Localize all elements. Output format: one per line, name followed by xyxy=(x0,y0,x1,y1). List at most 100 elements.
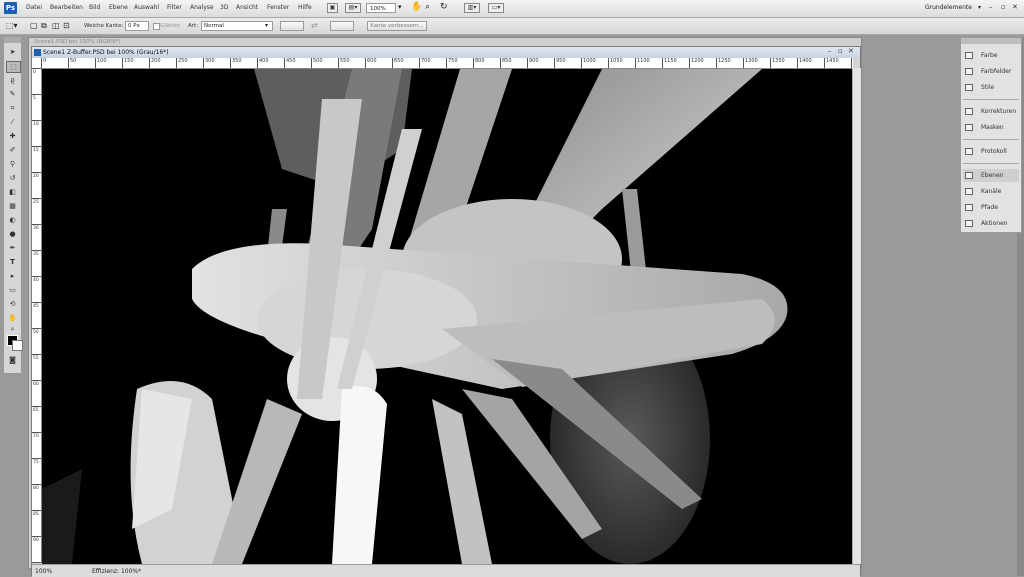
image-canvas[interactable] xyxy=(42,69,852,564)
status-bar: 100% Effizienz: 100%* xyxy=(32,564,860,577)
menu-hilfe[interactable]: Hilfe xyxy=(298,4,312,11)
lasso-tool-icon[interactable]: ϱ xyxy=(6,75,19,85)
menu-ebene[interactable]: Ebene xyxy=(109,4,128,11)
swap-dimensions-icon[interactable]: ⇄ xyxy=(311,21,318,30)
ruler-tick xyxy=(662,58,663,68)
menu-fenster[interactable]: Fenster xyxy=(267,4,289,11)
adjustments-icon xyxy=(965,108,973,115)
width-input[interactable] xyxy=(280,21,304,31)
document-info-status[interactable]: Effizienz: 100%* xyxy=(92,568,141,575)
history-brush-icon[interactable]: ↺ xyxy=(6,173,19,183)
healing-brush-icon[interactable]: ✚ xyxy=(6,131,19,141)
panel-item-ebenen[interactable]: Ebenen xyxy=(963,169,1019,182)
panel-dock-header[interactable] xyxy=(961,38,1021,44)
brush-tool-icon[interactable]: ✐ xyxy=(6,145,19,155)
menu-bild[interactable]: Bild xyxy=(89,4,100,11)
path-selection-icon[interactable]: ▸ xyxy=(6,271,19,281)
antialias-checkbox[interactable] xyxy=(153,23,160,30)
marquee-tool-preset-icon[interactable]: ⬚▾ xyxy=(6,21,18,30)
panel-item-stile[interactable]: Stile xyxy=(963,81,1019,94)
back-document-title[interactable]: Scene1.PSD bei 100% (RGB/8*) xyxy=(34,39,121,45)
panel-item-protokoll[interactable]: Protokoll xyxy=(963,145,1019,158)
gradient-tool-icon[interactable]: ▦ xyxy=(6,201,19,211)
panel-item-farbfelder[interactable]: Farbfelder xyxy=(963,65,1019,78)
pen-tool-icon[interactable]: ✒ xyxy=(6,243,19,253)
menu-auswahl[interactable]: Auswahl xyxy=(134,4,159,11)
background-color-swatch[interactable] xyxy=(12,340,23,351)
workspace-dropdown-icon[interactable]: ▾ xyxy=(978,4,981,11)
rectangular-marquee-icon[interactable]: ⬚ xyxy=(6,61,21,73)
eyedropper-icon[interactable]: ⁄ xyxy=(6,117,19,127)
quick-selection-icon[interactable]: ✎ xyxy=(6,89,19,99)
close-icon[interactable]: ✕ xyxy=(1012,3,1018,11)
menu-3d[interactable]: 3D xyxy=(220,4,228,11)
zoom-tool-icon-box[interactable]: ⌕ xyxy=(6,324,19,334)
new-selection-icon[interactable]: ▢ xyxy=(30,21,38,30)
toolbox-header[interactable] xyxy=(4,37,21,43)
arrange-documents-icon[interactable]: ▥▾ xyxy=(464,3,480,13)
layers-icon xyxy=(965,172,973,179)
panel-item-aktionen[interactable]: Aktionen xyxy=(963,217,1019,230)
bridge-icon[interactable]: ▣ xyxy=(327,3,338,13)
intersect-selection-icon[interactable]: ⊡ xyxy=(63,21,70,30)
ruler-tick xyxy=(32,510,41,511)
ruler-label: 75 xyxy=(33,460,39,465)
hand-tool-icon[interactable]: ✋ xyxy=(411,2,422,12)
ruler-tick xyxy=(32,380,41,381)
ruler-label: 1100 xyxy=(637,58,650,64)
feather-input[interactable]: 0 Px xyxy=(125,21,149,31)
menu-datei[interactable]: Datei xyxy=(26,4,42,11)
clone-stamp-icon[interactable]: ⚲ xyxy=(6,159,19,169)
menu-analyse[interactable]: Analyse xyxy=(190,4,214,11)
3d-rotate-icon[interactable]: ⟲ xyxy=(6,299,19,309)
document-title-bar[interactable]: Scene1 Z-Buffer.PSD bei 100% (Grau/16*) … xyxy=(32,47,860,58)
ruler-label: 80 xyxy=(33,486,39,491)
move-tool-icon[interactable]: ➤ xyxy=(6,47,19,57)
options-bar: ⬚▾ ▢ ⧉ ◫ ⊡ Weiche Kante: 0 Px Glätten Ar… xyxy=(0,18,1024,35)
quick-mask-icon[interactable]: ◙ xyxy=(6,355,19,365)
doc-close-icon[interactable]: ✕ xyxy=(848,47,854,55)
shape-tool-icon[interactable]: ▭ xyxy=(6,285,19,295)
panel-item-label: Ebenen xyxy=(981,172,1004,179)
eraser-tool-icon[interactable]: ◧ xyxy=(6,187,19,197)
type-tool-icon[interactable]: T xyxy=(6,257,19,267)
crop-tool-icon[interactable]: ⌗ xyxy=(6,103,19,113)
zoom-level-select[interactable]: 100% xyxy=(366,3,396,13)
ruler-tick xyxy=(32,354,41,355)
zoom-dropdown-icon[interactable]: ▾ xyxy=(398,3,402,11)
height-input[interactable] xyxy=(330,21,354,31)
refine-edge-button[interactable]: Kante verbessern... xyxy=(367,21,427,31)
panel-item-kanäle[interactable]: Kanäle xyxy=(963,185,1019,198)
horizontal-ruler[interactable]: 0 50 100 150 200 250 300 350 400 450 500 550 600 650 7… xyxy=(41,58,853,69)
panel-item-masken[interactable]: Masken xyxy=(963,121,1019,134)
zoom-tool-icon[interactable]: ⌕ xyxy=(425,2,430,12)
screen-mode-icon[interactable]: ▭▾ xyxy=(488,3,504,13)
panel-item-farbe[interactable]: Farbe xyxy=(963,49,1019,62)
style-select[interactable]: Normal xyxy=(201,21,273,31)
ruler-origin[interactable] xyxy=(32,58,41,68)
panel-item-korrekturen[interactable]: Korrekturen xyxy=(963,105,1019,118)
hand-tool-icon-box[interactable]: ✋ xyxy=(6,313,19,323)
panel-item-pfade[interactable]: Pfade xyxy=(963,201,1019,214)
menu-bar: Ps Datei Bearbeiten Bild Ebene Auswahl F… xyxy=(0,0,1024,18)
menu-filter[interactable]: Filter xyxy=(167,4,182,11)
doc-restore-icon[interactable]: ▫ xyxy=(838,47,843,55)
menu-bearbeiten[interactable]: Bearbeiten xyxy=(50,4,83,11)
restore-icon[interactable]: ▫ xyxy=(1001,3,1006,11)
subtract-selection-icon[interactable]: ◫ xyxy=(52,21,60,30)
blur-tool-icon[interactable]: ◐ xyxy=(6,215,19,225)
workspace-switcher[interactable]: Grundelemente xyxy=(925,4,972,11)
ruler-tick xyxy=(527,58,528,68)
rotate-view-icon[interactable]: ↻ xyxy=(440,2,448,12)
zoom-status[interactable]: 100% xyxy=(35,568,52,575)
add-selection-icon[interactable]: ⧉ xyxy=(41,21,47,31)
ruler-label: 50 xyxy=(33,330,39,335)
doc-minimize-icon[interactable]: – xyxy=(828,47,832,55)
vertical-scrollbar[interactable] xyxy=(852,68,861,564)
menu-ansicht[interactable]: Ansicht xyxy=(236,4,258,11)
dodge-tool-icon[interactable]: ● xyxy=(6,229,19,239)
view-extras-icon[interactable]: ▤▾ xyxy=(345,3,361,13)
minimize-icon[interactable]: – xyxy=(989,3,993,11)
panel-item-label: Aktionen xyxy=(981,220,1008,227)
vertical-ruler[interactable]: 05101520253035404550556065707580859095 xyxy=(32,68,42,563)
